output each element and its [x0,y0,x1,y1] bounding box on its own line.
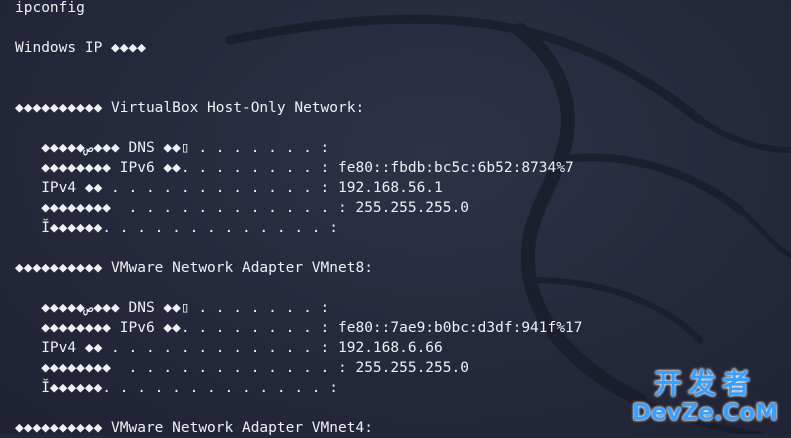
watermark-chinese-text: 开发者 [653,367,756,400]
devze-watermark: 开发者 DevZe.CoM [625,368,785,430]
terminal-line: ◆◆◆◆◆◆◆◆◆◆ VMware Network Adapter VMnet8… [15,260,373,276]
terminal-line: ◆◆◆◆◆◆◆◆◆◆ VirtualBox Host-Only Network: [15,100,365,116]
terminal-line: ◆◆◆◆◆◆◆◆ IPv6 ◆◆. . . . . . . . : fe80::… [15,160,574,176]
terminal-line: ◆◆◆◆◆ص◆◆◆ DNS ◆◆▯ . . . . . . . : [15,300,330,316]
terminal-line: ◆◆◆◆◆◆◆◆ . . . . . . . . . . . . : 255.2… [15,360,469,376]
terminal-line: ◆◆◆◆◆◆◆◆◆◆ VMware Network Adapter VMnet4… [15,420,373,436]
terminal-line: ipconfig [15,0,85,16]
terminal-line: ◆◆◆◆◆◆◆◆ . . . . . . . . . . . . : 255.2… [15,200,469,216]
terminal-line: Ĭ◆◆◆◆◆◆. . . . . . . . . . . . . : [15,380,339,396]
watermark-site-text: DevZe.CoM [631,400,779,426]
terminal-line: Ĭ◆◆◆◆◆◆. . . . . . . . . . . . . : [15,220,339,236]
terminal-line: ◆◆◆◆◆◆◆◆ IPv6 ◆◆. . . . . . . . : fe80::… [15,320,583,336]
terminal-line: ◆◆◆◆◆ص◆◆◆ DNS ◆◆▯ . . . . . . . : [15,140,330,156]
terminal-line: IPv4 ◆◆ . . . . . . . . . . . . : 192.16… [15,340,443,356]
terminal-line: Windows IP ◆◆◆◆ [15,40,146,56]
terminal-line: IPv4 ◆◆ . . . . . . . . . . . . : 192.16… [15,180,443,196]
